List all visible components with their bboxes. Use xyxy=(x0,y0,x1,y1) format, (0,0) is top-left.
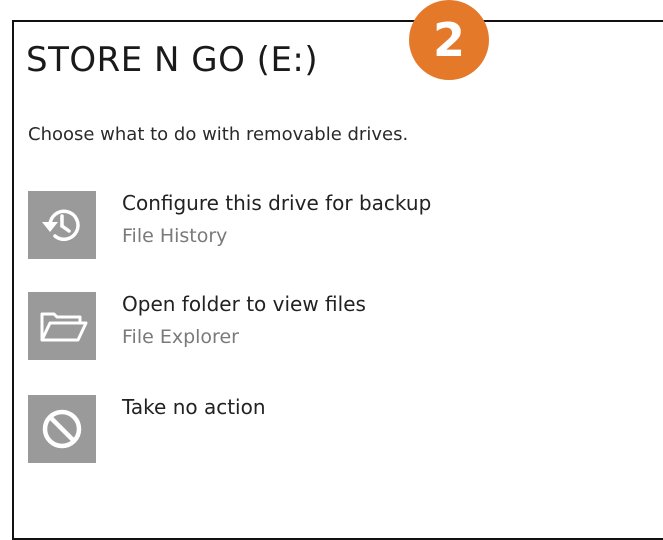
history-clock-icon xyxy=(28,191,96,259)
option-app: File History xyxy=(122,225,228,247)
no-action-icon xyxy=(28,395,96,463)
option-label: Open folder to view files xyxy=(122,292,366,316)
option-app: File Explorer xyxy=(122,326,239,348)
option-take-no-action[interactable]: Take no action xyxy=(28,395,588,467)
step-number-badge: 2 xyxy=(409,0,489,80)
dialog-title: STORE N GO (E:) xyxy=(26,40,319,80)
option-label: Configure this drive for backup xyxy=(122,191,432,215)
dialog-prompt: Choose what to do with removable drives. xyxy=(28,124,409,145)
option-configure-backup[interactable]: Configure this drive for backup File His… xyxy=(28,191,588,263)
option-label: Take no action xyxy=(122,395,266,419)
folder-open-icon xyxy=(28,292,96,360)
option-open-folder[interactable]: Open folder to view files File Explorer xyxy=(28,292,588,364)
step-number: 2 xyxy=(432,13,465,67)
